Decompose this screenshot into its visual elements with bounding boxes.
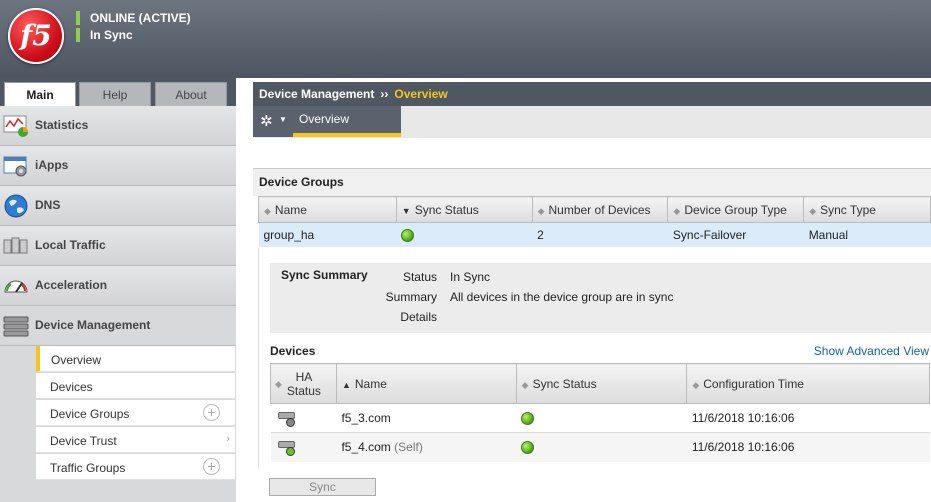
column-header[interactable]: ◆ Sync Type <box>803 196 931 223</box>
sync-status-green-icon <box>521 441 535 455</box>
sync-status: In Sync <box>76 28 133 42</box>
column-header[interactable]: ◆ Name <box>258 196 397 223</box>
subnav-label: Overview <box>51 353 102 367</box>
nav-label: iApps <box>35 158 69 172</box>
subnav-devices[interactable]: Devices <box>36 373 235 399</box>
top-banner: f5 ONLINE (ACTIVE) In Sync <box>0 0 931 78</box>
summary-value: All devices in the device group are in s… <box>450 290 674 304</box>
nav-iapps[interactable]: iApps <box>0 146 236 186</box>
nav-device-management[interactable]: Device Management <box>0 306 236 346</box>
gear-icon: ✲ <box>260 113 273 130</box>
table-row[interactable]: f5_3.com 11/6/2018 10:16:06 <box>270 403 930 433</box>
table-row[interactable]: group_ha 2 Sync-Failover Manual <box>258 222 931 247</box>
tab-main[interactable]: Main <box>4 82 76 106</box>
nav-label: Statistics <box>35 118 89 132</box>
system-status: ONLINE (ACTIVE) <box>76 11 191 25</box>
config-time: 11/6/2018 10:16:06 <box>686 403 930 433</box>
subnav-traffic-groups[interactable]: Traffic Groups + <box>36 454 235 480</box>
column-header[interactable]: ◆ Configuration Time <box>686 363 930 404</box>
subnav-label: Devices <box>50 380 93 394</box>
sync-button[interactable]: Sync <box>269 478 376 496</box>
iapps-gear-window-icon <box>3 156 27 177</box>
summary-label: Summary <box>385 290 437 304</box>
f5-logo: f5 <box>8 8 64 64</box>
device-name[interactable]: f5_4.com (Self) <box>336 432 517 462</box>
chevron-right-icon: › <box>226 433 230 445</box>
nav-label: Local Traffic <box>35 238 106 252</box>
nav-label: Device Management <box>35 318 151 332</box>
details-label: Details <box>400 310 437 324</box>
nav-statistics[interactable]: Statistics <box>0 106 236 146</box>
chevron-down-icon: ▼ <box>279 115 287 124</box>
sync-status-green-icon <box>521 412 535 426</box>
ha-status-active-icon <box>277 438 296 457</box>
group-name[interactable]: group_ha <box>258 222 397 247</box>
breadcrumb-current: Overview <box>394 87 448 101</box>
self-tag: (Self) <box>394 440 423 455</box>
group-type: Sync-Failover <box>667 222 804 247</box>
sort-icon: ◆ <box>264 205 271 216</box>
breadcrumb-separator: ›› <box>380 87 389 101</box>
device-groups-title: Device Groups <box>253 168 931 196</box>
sync-status-green-icon <box>401 228 415 242</box>
logo-text: f5 <box>20 19 52 52</box>
device-group-detail: Sync Summary Status In Sync Summary All … <box>258 248 931 468</box>
device-count: 2 <box>532 222 668 247</box>
subnav-device-groups[interactable]: Device Groups + <box>36 400 235 426</box>
tab-about[interactable]: About <box>155 82 227 106</box>
sort-icon: ◆ <box>537 205 545 216</box>
tab-help[interactable]: Help <box>79 82 151 106</box>
sort-icon: ◆ <box>673 205 681 216</box>
add-traffic-group-icon[interactable]: + <box>203 458 220 475</box>
column-header[interactable]: ▲ Name <box>335 363 517 404</box>
globe-icon <box>4 194 28 218</box>
subnav-label: Device Trust <box>50 434 117 448</box>
subnav-device-trust[interactable]: Device Trust › <box>36 427 235 453</box>
config-time: 11/6/2018 10:16:06 <box>686 432 930 462</box>
sort-icon: ◆ <box>521 379 529 390</box>
nav-acceleration[interactable]: Acceleration <box>0 266 236 306</box>
column-header[interactable]: ◆HA Status <box>270 363 337 404</box>
sort-icon: ◆ <box>275 378 282 389</box>
sort-ascending-icon: ▲ <box>341 379 351 390</box>
subnav-label: Traffic Groups <box>50 461 126 475</box>
add-device-group-icon[interactable]: + <box>203 404 220 421</box>
sync-type: Manual <box>803 222 931 247</box>
column-header[interactable]: ◆ Number of Devices <box>531 196 669 223</box>
devices-title: Devices <box>270 344 316 358</box>
status-label: Status <box>402 270 437 284</box>
nav-dns[interactable]: DNS <box>0 186 236 226</box>
sync-summary-title: Sync Summary <box>281 268 368 282</box>
breadcrumb: Device Management ›› Overview <box>253 82 931 106</box>
gear-menu-button[interactable]: ✲ ▼ <box>253 106 293 137</box>
device-name[interactable]: f5_3.com <box>336 403 517 433</box>
sync-summary-panel: Sync Summary Status In Sync Summary All … <box>270 263 931 333</box>
status-value: In Sync <box>450 270 491 284</box>
tool-row: ✲ ▼ Overview <box>253 106 931 138</box>
nav-label: DNS <box>35 198 61 212</box>
server-stack-icon <box>3 316 29 337</box>
column-header[interactable]: ◆ Sync Status <box>515 363 688 404</box>
devices-table: ◆HA Status ▲ Name ◆ Sync Status ◆ Configura… <box>270 363 930 462</box>
subnav-overview[interactable]: Overview <box>36 346 235 372</box>
main-content: Device Groups ◆ Name ▼ Sync Status ◆ Number… <box>253 138 931 502</box>
left-tab-bar: Main Help About <box>0 78 236 106</box>
nav-label: Acceleration <box>35 278 108 292</box>
ha-status-standby-icon <box>277 409 296 427</box>
table-row[interactable]: f5_4.com (Self) 11/6/2018 10:16:06 <box>270 432 930 462</box>
device-groups-table: ◆ Name ▼ Sync Status ◆ Number of Devices ◆ D… <box>258 196 931 247</box>
tab-overview[interactable]: Overview <box>293 106 401 137</box>
show-advanced-view-link[interactable]: Show Advanced View <box>814 344 929 358</box>
column-header[interactable]: ◆ Device Group Type <box>667 196 805 223</box>
speedometer-icon <box>4 280 28 293</box>
subnav-label: Device Groups <box>50 407 130 421</box>
sort-icon: ◆ <box>809 205 817 216</box>
statistics-chart-icon <box>3 115 28 137</box>
breadcrumb-section[interactable]: Device Management <box>259 87 374 101</box>
nav-local-traffic[interactable]: Local Traffic <box>0 226 236 266</box>
sort-icon: ◆ <box>692 379 700 390</box>
column-header[interactable]: ▼ Sync Status <box>395 196 533 223</box>
sort-descending-icon: ▼ <box>401 205 411 216</box>
local-traffic-icon <box>3 237 28 254</box>
